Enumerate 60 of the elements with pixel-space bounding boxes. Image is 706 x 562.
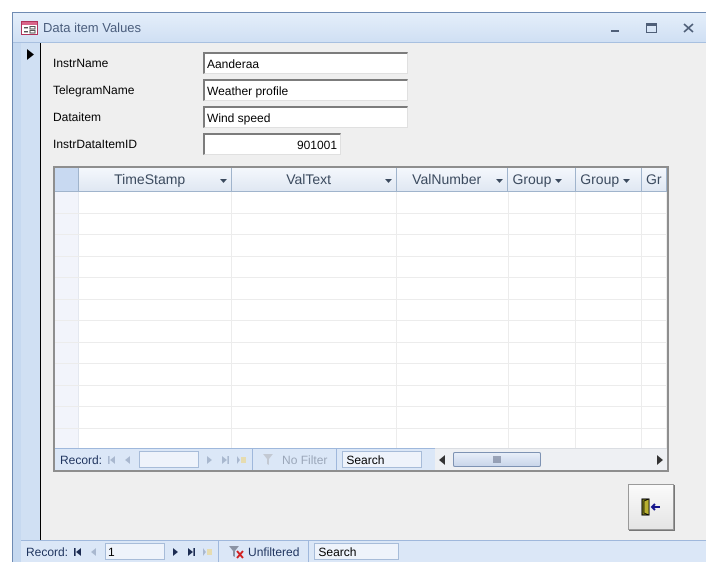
record-number-field[interactable] <box>139 451 200 468</box>
row-selector[interactable] <box>55 235 79 256</box>
search-field[interactable]: Search <box>314 543 400 560</box>
field-label: Dataitem <box>53 109 102 126</box>
text-field[interactable]: Wind speed <box>203 106 408 128</box>
last-record-icon[interactable] <box>186 546 198 556</box>
record-label: Record: <box>26 544 68 560</box>
dropdown-caret-icon[interactable] <box>496 179 504 183</box>
current-record-icon <box>27 49 34 60</box>
filter-toggle[interactable]: Unfiltered <box>224 542 304 560</box>
row-selector[interactable] <box>55 214 79 234</box>
field-label: InstrName <box>53 55 110 72</box>
record-label: Record: <box>60 452 102 468</box>
record-number-field[interactable]: 1 <box>105 543 166 560</box>
dropdown-caret-icon[interactable] <box>384 179 392 183</box>
row-selector[interactable] <box>55 321 79 342</box>
row-selector[interactable] <box>55 364 79 384</box>
row-selector[interactable] <box>55 256 79 277</box>
text-field[interactable]: Aanderaa <box>203 52 408 74</box>
column-header[interactable]: Group <box>508 168 576 191</box>
field-label: InstrDataItemID <box>53 136 138 153</box>
search-field[interactable]: Search <box>342 451 422 468</box>
window-title: Data item Values <box>43 18 142 37</box>
row-selector[interactable] <box>55 192 79 212</box>
row-selector[interactable] <box>55 407 79 428</box>
dropdown-caret-icon[interactable] <box>220 179 228 183</box>
scroll-right-icon[interactable] <box>657 454 663 464</box>
filter-icon <box>228 544 244 558</box>
exit-door-icon <box>641 498 661 516</box>
scroll-thumb[interactable] <box>453 452 541 467</box>
horizontal-scrollbar[interactable] <box>435 448 667 470</box>
maximize-icon[interactable] <box>646 22 657 32</box>
dropdown-caret-icon[interactable] <box>555 179 562 183</box>
column-title: TimeStamp <box>113 170 186 189</box>
column-title: ValNumber <box>411 170 482 189</box>
row-selector[interactable] <box>55 428 79 448</box>
scroll-left-icon[interactable] <box>439 454 445 464</box>
column-header[interactable]: ValText <box>232 168 397 191</box>
text-field[interactable]: 901001 <box>203 133 341 155</box>
row-selector[interactable] <box>55 300 79 320</box>
form-icon <box>21 20 38 34</box>
row-selector[interactable] <box>55 278 79 298</box>
column-title: Gr <box>646 170 662 189</box>
row-selector[interactable] <box>55 386 79 406</box>
text-field[interactable]: Weather profile <box>203 79 408 101</box>
close-form-button[interactable] <box>628 484 674 530</box>
column-header[interactable]: ValNumber <box>396 168 508 191</box>
field-label: TelegramName <box>53 82 136 99</box>
grip-icon <box>492 456 502 463</box>
column-title: ValText <box>285 170 332 189</box>
column-title: Group <box>580 170 620 189</box>
column-header[interactable]: TimeStamp <box>78 168 232 191</box>
column-title: Group <box>512 170 552 189</box>
dropdown-caret-icon[interactable] <box>623 179 630 183</box>
select-all-corner[interactable] <box>55 168 79 191</box>
close-icon[interactable] <box>683 22 694 32</box>
column-header[interactable]: Gr <box>642 168 667 191</box>
column-header[interactable]: Group <box>576 168 642 191</box>
row-selector[interactable] <box>55 342 79 363</box>
record-selector[interactable] <box>21 43 41 540</box>
